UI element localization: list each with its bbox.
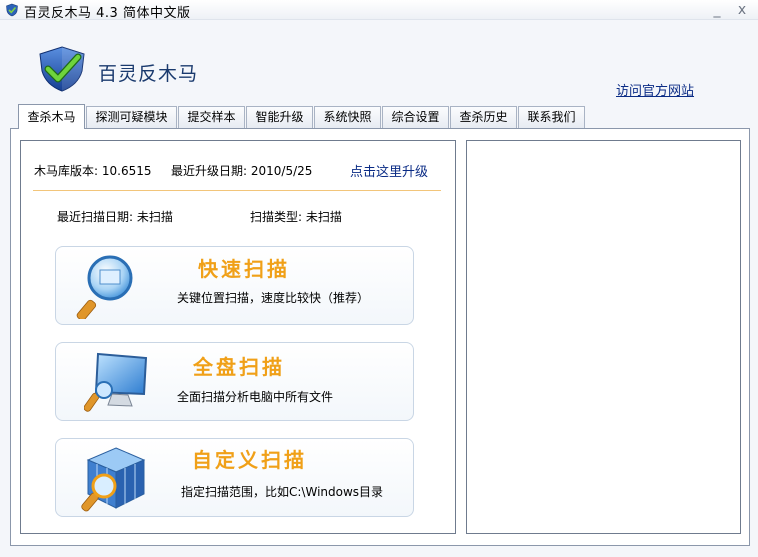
tab-system-snapshot[interactable]: 系统快照	[314, 106, 381, 128]
db-version: 木马库版本: 10.6515	[34, 164, 152, 178]
scan-type: 扫描类型: 未扫描	[250, 210, 342, 224]
last-scan-date: 最近扫描日期: 未扫描	[57, 210, 173, 224]
quick-scan-button[interactable]: 快速扫描 关键位置扫描，速度比较快（推荐）	[55, 246, 414, 325]
custom-scan-button[interactable]: 自定义扫描 指定扫描范围，比如C:\Windows目录	[55, 438, 414, 517]
tab-settings[interactable]: 综合设置	[382, 106, 449, 128]
divider	[33, 190, 441, 191]
tab-submit-sample[interactable]: 提交样本	[178, 106, 245, 128]
magnifier-icon	[76, 255, 133, 319]
tab-smart-upgrade[interactable]: 智能升级	[246, 106, 313, 128]
minimize-button[interactable]: _	[708, 2, 726, 18]
close-button[interactable]: x	[733, 2, 751, 18]
details-panel	[466, 140, 741, 534]
last-upgrade-date: 最近升级日期: 2010/5/25	[171, 164, 313, 178]
monitor-icon	[84, 352, 148, 412]
custom-scan-desc: 指定扫描范围，比如C:\Windows目录	[181, 485, 384, 499]
quick-scan-title: 快速扫描	[198, 257, 290, 281]
tab-contact-us[interactable]: 联系我们	[518, 106, 585, 128]
tab-scan-trojan[interactable]: 查杀木马	[18, 104, 85, 129]
quick-scan-desc: 关键位置扫描，速度比较快（推荐）	[177, 291, 370, 305]
full-scan-desc: 全面扫描分析电脑中所有文件	[177, 390, 334, 404]
tab-scan-history[interactable]: 查杀历史	[450, 106, 517, 128]
header: 百灵反木马 访问官方网站	[0, 21, 758, 103]
shield-icon	[6, 3, 18, 17]
full-scan-title: 全盘扫描	[193, 355, 285, 379]
full-scan-button[interactable]: 全盘扫描 全面扫描分析电脑中所有文件	[55, 342, 414, 421]
scan-panel: 木马库版本: 10.6515 最近升级日期: 2010/5/25 点击这里升级 …	[20, 140, 456, 534]
cube-icon	[81, 447, 146, 512]
official-site-link[interactable]: 访问官方网站	[616, 80, 694, 99]
upgrade-link[interactable]: 点击这里升级	[350, 161, 428, 180]
tab-content: 木马库版本: 10.6515 最近升级日期: 2010/5/25 点击这里升级 …	[10, 128, 750, 546]
window-title: 百灵反木马 4.3 简体中文版	[24, 6, 191, 21]
shield-logo-icon	[39, 46, 85, 92]
custom-scan-title: 自定义扫描	[192, 448, 307, 472]
brand-name: 百灵反木马	[98, 63, 199, 85]
tab-detect-suspicious[interactable]: 探测可疑模块	[86, 106, 177, 128]
title-bar: 百灵反木马 4.3 简体中文版 _ x	[0, 0, 758, 21]
